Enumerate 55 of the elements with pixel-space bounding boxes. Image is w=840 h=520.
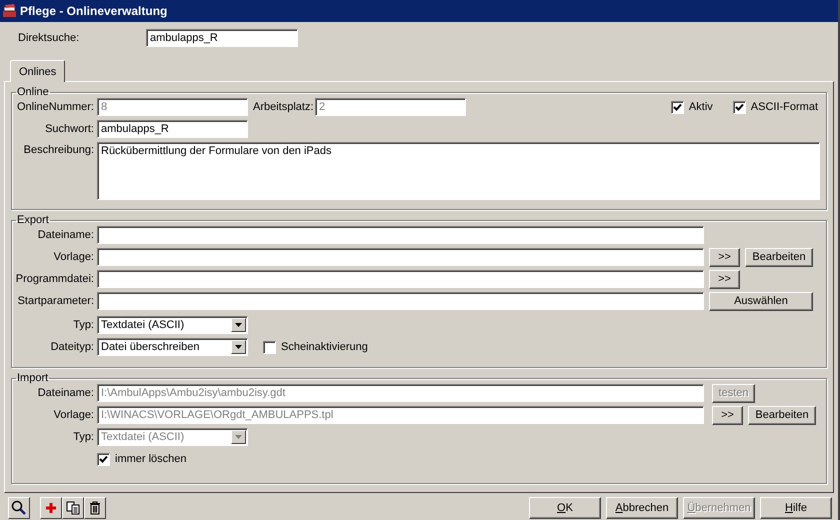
field-label: Dateiname: bbox=[36, 229, 95, 241]
checkbox-label: ASCII-Format bbox=[750, 101, 818, 113]
caret-icon bbox=[235, 323, 242, 327]
tab[interactable]: Onlines bbox=[10, 60, 66, 82]
checkbox[interactable] bbox=[97, 452, 110, 466]
field-label: Suchwort: bbox=[44, 123, 95, 135]
plus-icon bbox=[45, 502, 57, 514]
field-label: Startparameter: bbox=[16, 295, 95, 307]
copy-icon bbox=[66, 501, 80, 515]
group-title: Import bbox=[16, 372, 50, 384]
field-label: OnlineNummer: bbox=[16, 101, 95, 113]
field-label: Vorlage: bbox=[52, 409, 95, 421]
trash-icon bbox=[89, 501, 101, 515]
add-button[interactable] bbox=[40, 497, 62, 519]
checkbox[interactable] bbox=[263, 340, 276, 354]
text-area[interactable]: Rückübermittlung der Formulare von den iPads bbox=[97, 142, 820, 200]
window-title: Pflege - Onlineverwaltung bbox=[20, 4, 168, 18]
dialog-button[interactable]: Auswählen bbox=[709, 292, 813, 310]
field-label: Beschreibung: bbox=[22, 143, 95, 156]
field-label: Typ: bbox=[72, 319, 95, 331]
checkbox-label: immer löschen bbox=[115, 453, 187, 465]
checkbox-label: Aktiv bbox=[688, 101, 713, 113]
dialog-button[interactable]: Abbrechen bbox=[606, 497, 678, 519]
caret-icon bbox=[235, 345, 242, 349]
input-field[interactable] bbox=[97, 292, 704, 310]
field-label: Vorlage: bbox=[52, 251, 95, 263]
field-label: Direktsuche: bbox=[17, 32, 80, 44]
input-field[interactable] bbox=[97, 248, 704, 266]
dropdown[interactable]: Textdatei (ASCII) bbox=[97, 316, 248, 334]
dialog-button[interactable]: >> bbox=[709, 270, 740, 288]
search-button[interactable] bbox=[8, 497, 30, 519]
caret-icon bbox=[235, 435, 242, 439]
delete-button[interactable] bbox=[84, 497, 106, 519]
field-label: Dateiname: bbox=[36, 387, 95, 399]
search-icon bbox=[11, 500, 27, 516]
checkbox[interactable] bbox=[670, 100, 684, 114]
dropdown[interactable]: Datei überschreiben bbox=[97, 338, 248, 356]
input-field[interactable]: ambulapps_R bbox=[97, 120, 248, 138]
group-title: Online bbox=[16, 86, 50, 98]
checkbox[interactable] bbox=[732, 100, 746, 114]
search-field[interactable]: ambulapps_R bbox=[146, 29, 298, 47]
dialog-button[interactable]: Bearbeiten bbox=[745, 248, 813, 266]
checkbox-label: Scheinaktivierung bbox=[281, 341, 368, 353]
group-title: Export bbox=[16, 214, 50, 226]
dialog-button[interactable]: Hilfe bbox=[760, 497, 832, 519]
copy-button[interactable] bbox=[62, 497, 84, 519]
field-label: Arbeitsplatz: bbox=[253, 101, 315, 113]
field-label: Typ: bbox=[72, 431, 95, 443]
dialog-button[interactable]: >> bbox=[709, 248, 740, 266]
field-label: Programmdatei: bbox=[14, 273, 95, 285]
input-field[interactable] bbox=[97, 270, 704, 288]
field-label: Dateityp: bbox=[50, 341, 95, 353]
books-icon bbox=[2, 3, 18, 19]
dialog-button[interactable]: OK bbox=[529, 497, 601, 519]
input-field[interactable] bbox=[97, 226, 704, 244]
